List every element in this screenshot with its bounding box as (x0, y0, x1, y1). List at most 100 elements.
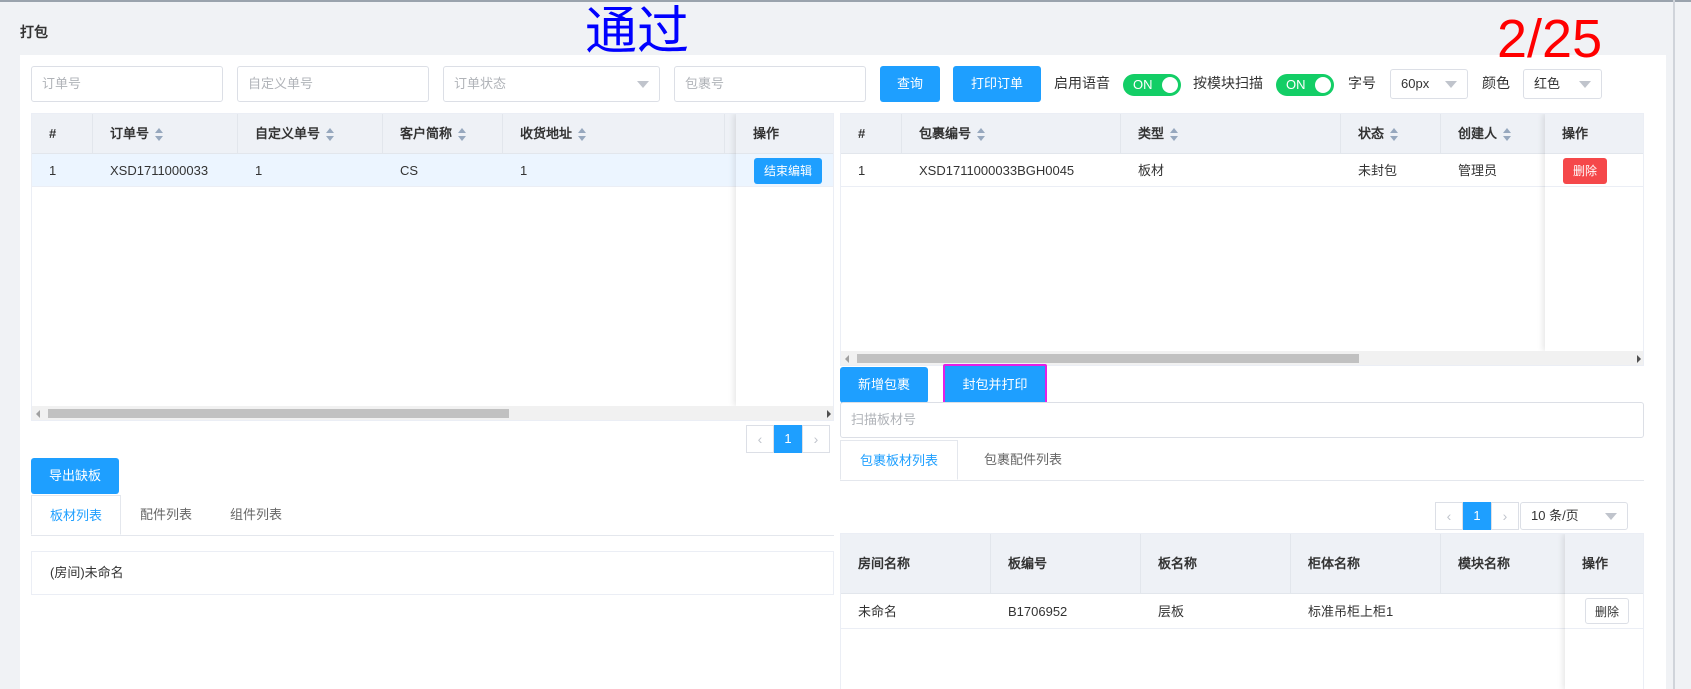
module-scan-switch-text: ON (1286, 77, 1306, 92)
board-list-tabs: 板材列表 配件列表 组件列表 (31, 495, 834, 536)
chevron-down-icon (1605, 513, 1617, 520)
pager-current-page[interactable]: 1 (1463, 502, 1491, 530)
cell-board-name: 层板 (1158, 604, 1185, 619)
col-header-label: 自定义单号 (255, 126, 321, 141)
chevron-down-icon (1445, 81, 1457, 88)
window-right-border (1673, 0, 1675, 689)
package-no-input[interactable]: 包裹号 (674, 66, 866, 102)
scrollbar-thumb[interactable] (48, 409, 509, 418)
order-status-select[interactable]: 订单状态 (443, 66, 660, 102)
custom-no-input[interactable]: 自定义单号 (237, 66, 429, 102)
color-label: 颜色 (1482, 75, 1510, 91)
scan-count-overlay: 2/25 (1497, 9, 1603, 69)
col-header-action: 操作 (1545, 114, 1643, 154)
horizontal-scrollbar[interactable] (32, 406, 833, 420)
col-header-address[interactable]: 收货地址 (503, 114, 725, 154)
order-no-input[interactable]: 订单号 (31, 66, 223, 102)
cell-room: 未命名 (858, 604, 898, 619)
room-group-header[interactable]: (房间)未命名 (31, 551, 834, 595)
package-boards-table: 房间名称 板编号 板名称 柜体名称 模块名称 未命名 B1706952 层板 标… (840, 533, 1644, 689)
cell-customer: CS (400, 163, 419, 178)
scroll-left-icon[interactable] (36, 410, 40, 418)
voice-switch[interactable]: ON (1123, 74, 1181, 96)
col-header-order-no[interactable]: 订单号 (93, 114, 238, 154)
tab-package-boards[interactable]: 包裹板材列表 (840, 440, 958, 480)
col-header-board-name: 板名称 (1141, 534, 1291, 594)
cell-board-no: B1706952 (1008, 604, 1068, 619)
col-header-index: # (841, 114, 902, 154)
window-top-border (0, 0, 1691, 2)
new-package-button[interactable]: 新增包裹 (840, 367, 928, 403)
page-size-select[interactable]: 10 条/页 (1520, 502, 1628, 530)
col-header-package-no[interactable]: 包裹编号 (902, 114, 1121, 154)
cell-creator: 管理员 (1458, 163, 1498, 178)
cell-module (1441, 594, 1561, 629)
cell-type: 板材 (1138, 163, 1165, 178)
pager-next-button[interactable]: › (1491, 502, 1519, 530)
scroll-right-icon[interactable] (1637, 355, 1641, 363)
delete-board-button[interactable]: 删除 (1585, 598, 1629, 624)
col-header-action: 操作 (736, 114, 833, 154)
col-header-label: 客户简称 (400, 126, 453, 141)
sort-icon[interactable] (1170, 127, 1179, 142)
print-order-button[interactable]: 打印订单 (953, 66, 1041, 102)
pager-next-button[interactable]: › (802, 425, 830, 453)
scroll-left-icon[interactable] (845, 355, 849, 363)
color-select[interactable]: 红色 (1523, 69, 1602, 99)
query-button[interactable]: 查询 (880, 66, 940, 102)
font-size-select[interactable]: 60px (1390, 69, 1468, 99)
font-size-label: 字号 (1348, 75, 1376, 91)
sort-icon[interactable] (155, 127, 164, 142)
delete-package-button[interactable]: 删除 (1563, 158, 1607, 184)
package-detail-tabs: 包裹板材列表 包裹配件列表 (840, 440, 1644, 481)
col-header-status[interactable]: 状态 (1341, 114, 1441, 154)
seal-print-button[interactable]: 封包并打印 (943, 364, 1047, 406)
pager-prev-button[interactable]: ‹ (746, 425, 774, 453)
voice-label: 启用语音 (1054, 75, 1110, 91)
tab-fitting-list[interactable]: 配件列表 (121, 495, 211, 535)
col-header-index: # (32, 114, 93, 154)
pager-prev-button[interactable]: ‹ (1435, 502, 1463, 530)
pager-current-page[interactable]: 1 (774, 425, 802, 453)
sort-icon[interactable] (1390, 127, 1399, 142)
sort-icon[interactable] (326, 127, 335, 142)
export-missing-button[interactable]: 导出缺板 (31, 458, 119, 494)
sort-icon[interactable] (458, 127, 467, 142)
scrollbar-thumb[interactable] (857, 354, 1359, 363)
font-size-value: 60px (1401, 76, 1430, 91)
cell-status: 未封包 (1358, 163, 1398, 178)
col-header-board-no: 板编号 (991, 534, 1141, 594)
scroll-right-icon[interactable] (827, 410, 831, 418)
end-edit-button[interactable]: 结束编辑 (754, 158, 822, 184)
cell-order-no: XSD1711000033 (110, 163, 209, 178)
sort-icon[interactable] (578, 127, 587, 142)
fixed-action-column: 操作 删除 (1565, 534, 1643, 689)
color-value: 红色 (1534, 76, 1561, 91)
scan-board-input[interactable]: 扫描板材号 (840, 402, 1644, 438)
module-scan-switch[interactable]: ON (1276, 74, 1334, 96)
col-header-cabinet: 柜体名称 (1291, 534, 1441, 594)
fixed-action-column: 操作 结束编辑 (736, 114, 833, 406)
orders-table: # 订单号 自定义单号 客户简称 收货地址 1 XSD1711000033 1 … (31, 113, 834, 421)
col-header-label: 创建人 (1458, 126, 1498, 141)
tab-board-list[interactable]: 板材列表 (31, 495, 121, 535)
col-header-action: 操作 (1565, 534, 1643, 594)
col-header-room: 房间名称 (841, 534, 991, 594)
col-header-type[interactable]: 类型 (1121, 114, 1341, 154)
switch-knob (1162, 77, 1178, 93)
cell-cabinet: 标准吊柜上柜1 (1308, 604, 1394, 619)
sort-icon[interactable] (977, 127, 986, 142)
fixed-action-column: 操作 删除 (1545, 114, 1643, 351)
sort-icon[interactable] (1503, 127, 1512, 142)
chevron-down-icon (637, 81, 649, 88)
col-header-label: 收货地址 (520, 126, 573, 141)
cell-index: 1 (858, 163, 866, 178)
col-header-customer[interactable]: 客户简称 (383, 114, 503, 154)
col-header-label: 订单号 (110, 126, 150, 141)
tab-component-list[interactable]: 组件列表 (211, 495, 301, 535)
tab-package-fittings[interactable]: 包裹配件列表 (958, 440, 1088, 480)
cell-package-no: XSD1711000033BGH0045 (919, 163, 1075, 178)
chevron-down-icon (1579, 81, 1591, 88)
cell-custom-no: 1 (255, 163, 263, 178)
col-header-custom-no[interactable]: 自定义单号 (238, 114, 383, 154)
